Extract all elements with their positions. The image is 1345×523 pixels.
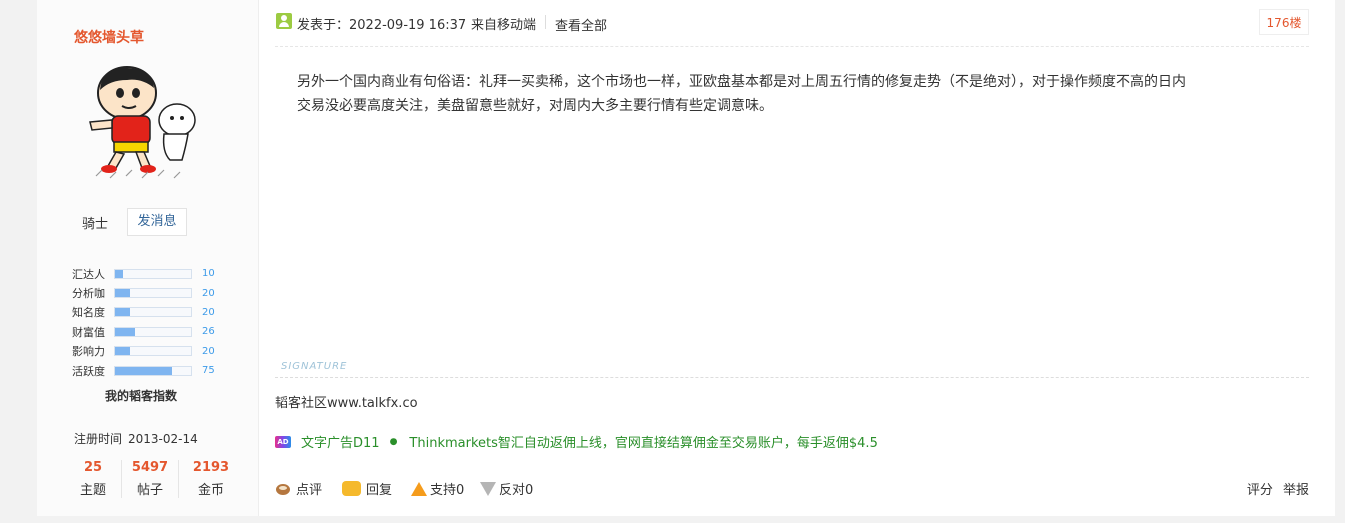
ad-icon: AD xyxy=(275,435,291,448)
index-stats: 汇达人 10 分析咖 20 知名度 20 财富值 26 影响力 20 活跃度 7… xyxy=(72,264,215,380)
author-name[interactable]: 悠悠墙头草 xyxy=(74,27,144,47)
stat-bar xyxy=(114,307,192,318)
text-ad[interactable]: AD 文字广告D11 ● Thinkmarkets智汇自动返佣上线，官网直接结算… xyxy=(275,432,878,451)
register-label: 注册时间 xyxy=(74,432,123,446)
stat-row: 影响力 20 xyxy=(72,342,215,361)
stat-bar-fill xyxy=(115,347,131,356)
online-user-icon xyxy=(276,13,292,29)
stat-row: 分析咖 20 xyxy=(72,283,215,302)
view-all-link[interactable]: 查看全部 xyxy=(555,15,607,34)
rate-link[interactable]: 评分 xyxy=(1247,483,1273,498)
stat-value: 26 xyxy=(202,326,215,338)
arrow-up-icon xyxy=(411,481,427,496)
stat-bar xyxy=(114,346,192,357)
reply-label: 回复 xyxy=(366,483,393,498)
stat-bar xyxy=(114,268,192,279)
stat-name: 活跃度 xyxy=(72,364,105,378)
reply-button[interactable]: 回复 xyxy=(342,479,392,498)
count-label: 帖子 xyxy=(136,483,163,498)
stat-row: 活跃度 75 xyxy=(72,361,215,380)
count-label: 主题 xyxy=(79,483,106,498)
stat-row: 知名度 20 xyxy=(72,303,215,322)
coffee-cup-icon xyxy=(275,482,293,496)
stat-row: 汇达人 10 xyxy=(72,264,215,283)
send-message-button[interactable]: 发消息 xyxy=(127,208,187,236)
stat-name: 财富值 xyxy=(72,325,105,339)
stat-value: 75 xyxy=(202,365,215,377)
comment-label: 点评 xyxy=(296,483,323,498)
stat-row: 财富值 26 xyxy=(72,322,215,341)
stat-bar xyxy=(114,288,192,299)
signature-divider xyxy=(275,377,1309,378)
count-label: 金币 xyxy=(197,483,224,498)
support-button[interactable]: 支持0 xyxy=(411,479,464,498)
stat-name: 汇达人 xyxy=(72,267,105,281)
stat-bar-fill xyxy=(115,327,135,336)
stat-bar-fill xyxy=(115,269,123,278)
arrow-down-icon xyxy=(480,481,496,496)
ad-dot-icon: ● xyxy=(389,436,398,447)
count-number: 2193 xyxy=(192,460,230,475)
ad-label[interactable]: 文字广告D11 xyxy=(301,432,380,451)
register-date: 2013-02-14 xyxy=(128,432,198,446)
post-links: 评分 举报 xyxy=(1241,479,1309,498)
support-label: 支持0 xyxy=(430,483,465,498)
stat-value: 20 xyxy=(202,287,215,299)
comment-button[interactable]: 点评 xyxy=(275,479,322,498)
index-label[interactable]: 我的韬客指数 xyxy=(105,387,177,404)
report-link[interactable]: 举报 xyxy=(1283,483,1309,498)
author-sidebar: 悠悠墙头草 骑士 发消息 汇达人 10 分析咖 20 知名度 20 财富值 26… xyxy=(37,0,259,516)
floor-number[interactable]: 176楼 xyxy=(1259,9,1309,35)
signature-label: SIGNATURE xyxy=(281,361,348,372)
stat-bar-fill xyxy=(115,289,131,298)
avatar[interactable] xyxy=(82,60,212,184)
stat-bar-fill xyxy=(115,366,172,375)
post-content: 另外一个国内商业有句俗语：礼拜一买卖稀，这个市场也一样，亚欧盘基本都是对上周五行… xyxy=(297,74,1186,114)
stat-bar xyxy=(114,365,192,376)
stat-value: 20 xyxy=(202,306,215,318)
post-main: 发表于：2022-09-19 16:37 来自移动端 查看全部 176楼 另外一… xyxy=(275,0,1309,516)
post-header: 发表于：2022-09-19 16:37 来自移动端 查看全部 176楼 xyxy=(275,9,1309,47)
count-posts[interactable]: 5497 帖子 xyxy=(122,460,179,498)
post-source: 来自移动端 xyxy=(471,18,537,33)
reply-bubble-icon xyxy=(342,481,361,496)
post-time: 发表于：2022-09-19 16:37 xyxy=(297,18,467,33)
stat-name: 影响力 xyxy=(72,345,105,359)
author-rank: 骑士 xyxy=(82,217,109,232)
post-container: 悠悠墙头草 骑士 发消息 汇达人 10 分析咖 20 知名度 20 财富值 26… xyxy=(37,0,1335,516)
count-number: 25 xyxy=(83,460,103,475)
stat-name: 知名度 xyxy=(72,306,105,320)
stat-value: 10 xyxy=(202,268,215,280)
stat-bar xyxy=(114,326,192,337)
ad-text[interactable]: Thinkmarkets智汇自动返佣上线，官网直接结算佣金至交易账户，每手返佣$… xyxy=(409,432,877,451)
register-info: 注册时间 2013-02-14 xyxy=(74,430,198,447)
stat-name: 分析咖 xyxy=(72,287,105,301)
stat-value: 20 xyxy=(202,345,215,357)
count-topics[interactable]: 25 主题 xyxy=(65,460,122,498)
author-counts: 25 主题 5497 帖子 2193 金币 xyxy=(65,460,243,498)
signature-text: 韬客社区www.talkfx.co xyxy=(275,396,418,411)
stat-bar-fill xyxy=(115,308,131,317)
count-coins[interactable]: 2193 金币 xyxy=(179,460,243,498)
oppose-label: 反对0 xyxy=(499,483,534,498)
divider xyxy=(545,15,546,29)
oppose-button[interactable]: 反对0 xyxy=(480,479,533,498)
count-number: 5497 xyxy=(131,460,169,475)
